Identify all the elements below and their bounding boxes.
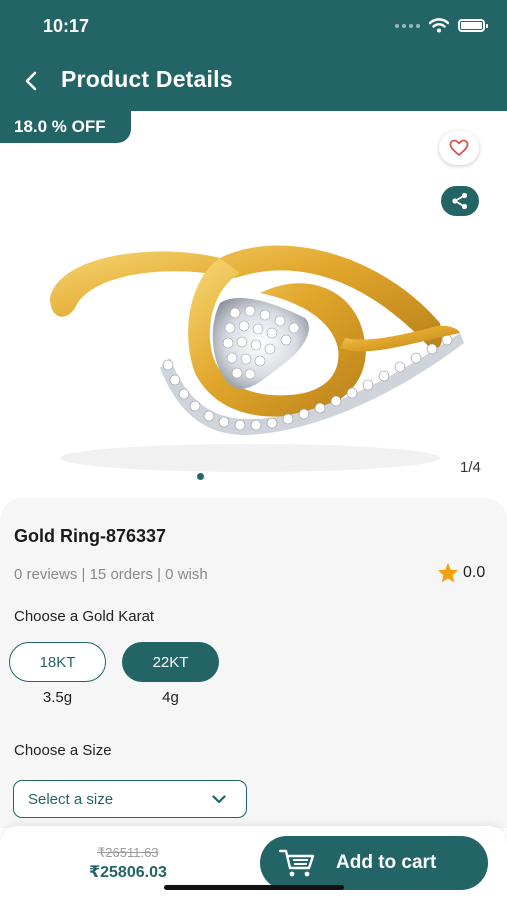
carousel-dot-active[interactable]: [197, 473, 204, 480]
share-icon: [452, 192, 468, 210]
karat-weight-18kt: 3.5g: [42, 689, 73, 706]
size-select[interactable]: Select a size: [13, 780, 247, 818]
discount-badge: 18.0 % OFF: [0, 111, 131, 143]
wishlist-button[interactable]: [439, 131, 479, 165]
wifi-icon: [429, 18, 449, 33]
image-counter: 1/4: [460, 459, 481, 476]
heart-icon: [449, 139, 469, 156]
share-button[interactable]: [441, 186, 479, 216]
home-indicator: [164, 885, 344, 890]
status-icons: [395, 18, 488, 33]
karat-option-22kt[interactable]: 22KT: [122, 642, 219, 682]
star-icon: [437, 562, 459, 583]
product-image: [50, 245, 464, 472]
back-arrow-icon: [25, 71, 37, 91]
cart-icon: [278, 849, 315, 877]
add-to-cart-label: Add to cart: [336, 852, 437, 873]
app-header: 10:17 Product Details: [0, 0, 507, 111]
chevron-down-icon: [212, 794, 226, 803]
size-heading: Choose a Size: [14, 742, 112, 759]
signal-icon: [395, 23, 420, 28]
battery-icon: [458, 19, 488, 32]
product-gallery[interactable]: 1/4: [0, 143, 507, 498]
page-title: Product Details: [61, 66, 233, 92]
rating-value: 0.0: [463, 563, 486, 581]
new-price: ₹25806.03: [89, 864, 167, 881]
product-name: Gold Ring-876337: [14, 526, 167, 546]
karat-heading: Choose a Gold Karat: [14, 608, 155, 625]
status-time: 10:17: [43, 16, 90, 36]
karat-weight-22kt: 4g: [162, 689, 179, 706]
size-select-placeholder: Select a size: [28, 790, 114, 808]
product-stats: 0 reviews | 15 orders | 0 wish: [14, 566, 208, 583]
back-button[interactable]: [14, 64, 48, 98]
add-to-cart-button[interactable]: Add to cart: [260, 836, 488, 890]
rating: 0.0: [437, 562, 485, 583]
karat-option-18kt[interactable]: 18KT: [9, 642, 106, 682]
old-price: ₹26511.63: [97, 845, 159, 860]
